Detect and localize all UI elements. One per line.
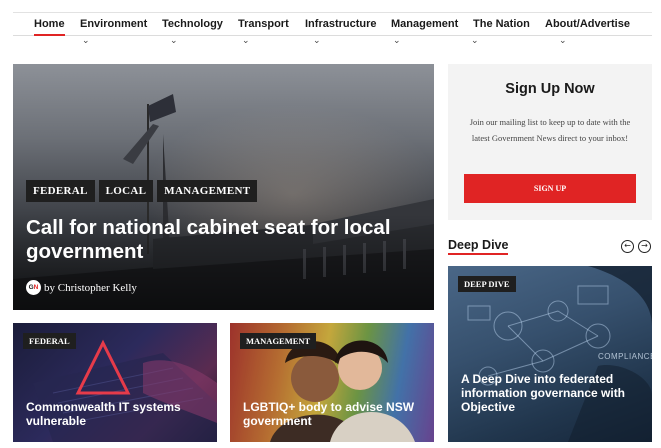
arrow-left-circle-icon[interactable]: ← [621,240,634,253]
card-tag-federal[interactable]: FEDERAL [23,333,76,349]
deep-dive-card[interactable]: COMPLIANCE DEEP DIVE A Deep Dive into fe… [448,266,652,442]
card-headline[interactable]: Commonwealth IT systems vulnerable [26,400,208,428]
nav-item-technology[interactable]: Technology [162,13,223,36]
hero-article[interactable]: FEDERAL LOCAL MANAGEMENT Call for nation… [13,64,434,310]
chevron-down-icon[interactable]: ⌄ [242,36,250,46]
main-navigation: Home Environment Technology Transport In… [13,12,652,36]
card-headline[interactable]: LGBTIQ+ body to advise NSW government [243,400,425,428]
sign-up-button[interactable]: SIGN UP [464,174,636,203]
article-card-commonwealth-it[interactable]: FEDERAL Commonwealth IT systems vulnerab… [13,323,217,442]
article-card-lgbtiq[interactable]: MANAGEMENT LGBTIQ+ body to advise NSW go… [230,323,434,442]
chevron-down-icon[interactable]: ⌄ [170,36,178,46]
nav-item-infrastructure[interactable]: Infrastructure [305,13,377,36]
tag-management[interactable]: MANAGEMENT [157,180,258,202]
nav-item-transport[interactable]: Transport [238,13,289,36]
chevron-down-icon[interactable]: ⌄ [559,36,567,46]
signup-description: Join our mailing list to keep up to date… [469,117,631,143]
hero-tag-list: FEDERAL LOCAL MANAGEMENT [26,180,258,202]
chevron-down-icon[interactable]: ⌄ [393,36,401,46]
arrow-right-circle-icon[interactable]: → [638,240,651,253]
tag-federal[interactable]: FEDERAL [26,180,95,202]
hero-byline: GN by Christopher Kelly [26,280,137,295]
tag-local[interactable]: LOCAL [98,180,154,202]
card-tag-deep-dive[interactable]: DEEP DIVE [458,276,516,292]
nav-item-management[interactable]: Management [391,13,458,36]
compliance-image-text: COMPLIANCE [598,352,652,361]
nav-item-home[interactable]: Home [34,13,65,36]
author-name[interactable]: by Christopher Kelly [44,282,137,294]
nav-item-about-advertise[interactable]: About/Advertise [545,13,630,36]
newsletter-signup-box: Sign Up Now Join our mailing list to kee… [448,64,652,220]
signup-title: Sign Up Now [505,81,595,97]
chevron-down-icon[interactable]: ⌄ [313,36,321,46]
chevron-down-icon[interactable]: ⌄ [82,36,90,46]
card-tag-management[interactable]: MANAGEMENT [240,333,317,349]
nav-item-the-nation[interactable]: The Nation [473,13,530,36]
deep-dive-headline[interactable]: A Deep Dive into federated information g… [461,372,641,414]
hero-headline[interactable]: Call for national cabinet seat for local… [26,216,421,264]
deep-dive-heading[interactable]: Deep Dive [448,238,509,255]
chevron-down-icon[interactable]: ⌄ [471,36,479,46]
nav-item-environment[interactable]: Environment [80,13,147,36]
gn-logo-icon: GN [26,280,41,295]
